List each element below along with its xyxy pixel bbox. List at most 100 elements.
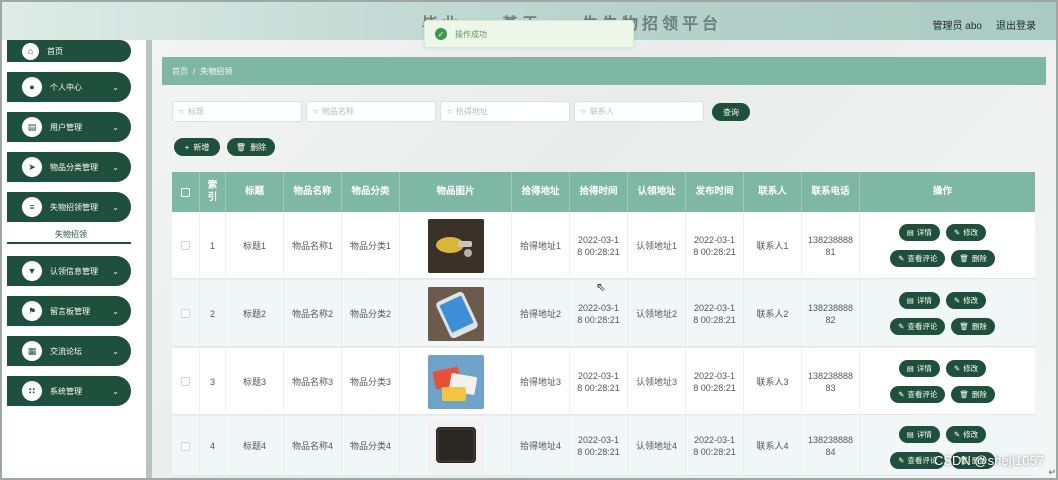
table-header: 索 引 标题 物品名称 物品分类 物品图片 拾得地址 拾得时间 认领地址 发布时… [172, 172, 1035, 212]
col-title[interactable]: 标题 [226, 172, 284, 212]
row-select-cell[interactable] [172, 348, 200, 415]
row-checkbox[interactable] [181, 241, 190, 250]
row-category: 物品分类2 [342, 280, 400, 347]
sidebar-item-lostfound[interactable]: ≡ 失物招领管理 ⌄ [7, 192, 131, 222]
select-all-cell[interactable] [172, 172, 200, 212]
row-image-cell [400, 280, 512, 347]
edit-button[interactable]: ✎ 修改 [945, 360, 987, 377]
title-search-input[interactable]: ○ 标题 [172, 101, 302, 122]
detail-button[interactable]: ▤ 详情 [898, 292, 940, 309]
select-all-checkbox[interactable] [181, 187, 190, 197]
edit-label: 修改 [963, 227, 979, 237]
view-comments-button[interactable]: ✎ 查看评论 [890, 386, 946, 403]
row-checkbox[interactable] [181, 377, 190, 386]
trash-icon: 🗑 [235, 142, 247, 152]
row-name: 物品名称1 [284, 212, 342, 279]
check-circle-icon: ✓ [435, 28, 447, 40]
mouse-cursor-icon: ⇖ [596, 280, 607, 294]
item-image[interactable] [427, 286, 484, 341]
item-image[interactable] [427, 354, 484, 409]
col-publish-time[interactable]: 发布时间 [686, 172, 744, 212]
chevron-down-icon: ⌄ [112, 122, 119, 132]
doc-icon: ▤ [906, 429, 914, 439]
item-image[interactable] [427, 218, 484, 273]
item-image[interactable] [427, 419, 484, 473]
query-button[interactable]: 查询 [712, 103, 750, 121]
found-address-search-input[interactable]: ○ 拾得地址 [440, 101, 570, 122]
sidebar-item-categories[interactable]: ➤ 物品分类管理 ⌄ [7, 152, 131, 182]
sidebar-item-messages[interactable]: ⚑ 留言板管理 ⌄ [7, 296, 131, 326]
sidebar-item-home[interactable]: ⌂ 首页 [7, 40, 131, 62]
row-delete-button[interactable]: 🗑 删除 [951, 386, 995, 403]
contact-search-input[interactable]: ○ 联系人 [574, 101, 704, 122]
row-checkbox[interactable] [181, 441, 190, 451]
doc-icon: ▤ [906, 227, 914, 237]
row-claim-addr: 认领地址2 [628, 280, 686, 347]
row-select-cell[interactable] [172, 416, 200, 476]
view-comments-button[interactable]: ✎ 查看评论 [890, 250, 946, 267]
add-button[interactable]: + 新增 [174, 138, 220, 156]
found-address-placeholder: 拾得地址 [455, 107, 488, 116]
sidebar-item-label: 认领信息管理 [50, 266, 98, 276]
row-contact: 联系人4 [744, 416, 802, 476]
sidebar-item-users[interactable]: ▤ 用户管理 ⌄ [7, 112, 131, 142]
batch-delete-button[interactable]: 🗑 删除 [227, 138, 275, 156]
row-checkbox[interactable] [181, 309, 190, 318]
row-contact: 联系人3 [744, 348, 802, 415]
col-name[interactable]: 物品名称 [284, 172, 342, 212]
main-content: 首页 / 失物招领 ○ 标题 ○ 物品名称 ○ 拾得地址 ○ 联系人 查询 + … [152, 40, 1056, 478]
logout-link[interactable]: 退出登录 [996, 17, 1036, 32]
row-publish-time: 2022-03-1 8 00:28:21 [686, 348, 744, 415]
view-comments-button[interactable]: ✎ 查看评论 [890, 318, 946, 335]
row-publish-time: 2022-03-1 8 00:28:21 [686, 416, 744, 476]
sidebar-item-forum[interactable]: ▦ 交流论坛 ⌄ [7, 336, 131, 366]
col-contact[interactable]: 联系人 [744, 172, 802, 212]
edit-button[interactable]: ✎ 修改 [945, 224, 987, 241]
breadcrumb-home[interactable]: 首页 [172, 66, 188, 77]
detail-button[interactable]: ▤ 详情 [898, 224, 940, 241]
detail-button[interactable]: ▤ 详情 [898, 360, 940, 377]
search-icon: ○ [447, 107, 452, 116]
edit-label: 修改 [963, 363, 979, 373]
submenu-item-lostfound[interactable]: 失物招领 [7, 226, 131, 244]
col-claim-addr[interactable]: 认领地址 [628, 172, 686, 212]
comments-label: 查看评论 [907, 321, 938, 331]
flag-icon: ⚑ [22, 301, 42, 321]
col-category[interactable]: 物品分类 [342, 172, 400, 212]
detail-button[interactable]: ▤ 详情 [898, 426, 940, 443]
chevron-down-icon: ⌄ [112, 162, 119, 172]
edit-button[interactable]: ✎ 修改 [945, 426, 987, 443]
cards-image [427, 354, 484, 409]
pencil-icon: ✎ [953, 429, 961, 439]
pencil-icon: ✎ [898, 455, 905, 465]
row-image-cell [400, 348, 512, 415]
row-publish-time: 2022-03-1 8 00:28:21 [686, 212, 744, 279]
user-icon: ● [22, 77, 42, 97]
add-button-label: 新增 [193, 142, 210, 152]
chevron-down-icon: ⌄ [112, 386, 119, 396]
item-name-search-input[interactable]: ○ 物品名称 [306, 101, 436, 122]
breadcrumb-separator: / [193, 66, 196, 76]
sidebar-item-profile[interactable]: ● 个人中心 ⌄ [7, 72, 131, 102]
row-name: 物品名称2 [284, 280, 342, 347]
pencil-icon: ✎ [898, 321, 905, 331]
phone-image [427, 286, 484, 341]
sidebar-item-system[interactable]: ∷ 系统管理 ⌄ [7, 376, 131, 406]
row-phone: 138238888 81 [802, 212, 860, 279]
row-delete-button[interactable]: 🗑 删除 [951, 250, 995, 267]
row-title: 标题1 [226, 212, 284, 279]
col-found-time[interactable]: 拾得时间 [570, 172, 628, 212]
row-delete-button[interactable]: 🗑 删除 [951, 318, 995, 335]
row-select-cell[interactable] [172, 212, 200, 279]
grid-icon: ▦ [22, 341, 42, 361]
col-phone[interactable]: 联系电话 [802, 172, 860, 212]
apps-icon: ∷ [22, 381, 42, 401]
col-index[interactable]: 索 引 [200, 172, 226, 212]
row-claim-addr: 认领地址4 [628, 416, 686, 476]
title-placeholder: 标题 [187, 107, 204, 116]
edit-button[interactable]: ✎ 修改 [945, 292, 987, 309]
row-select-cell[interactable] [172, 280, 200, 347]
edit-label: 修改 [963, 295, 979, 305]
sidebar-item-claims[interactable]: ▼ 认领信息管理 ⌄ [7, 256, 131, 286]
col-found-addr[interactable]: 拾得地址 [512, 172, 570, 212]
